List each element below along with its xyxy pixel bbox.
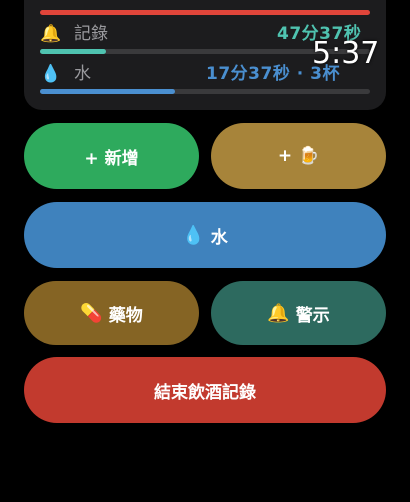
end-drinking-log-button[interactable]: 結束飲酒記錄 — [24, 357, 386, 423]
add-button[interactable]: + 新增 — [24, 123, 199, 189]
water-label: 水 — [74, 64, 91, 84]
add-button-label: + 新增 — [84, 148, 139, 169]
add-beer-button-label: + 🍺 — [277, 146, 320, 166]
log-label: 記錄 — [74, 24, 108, 44]
water-button[interactable]: 💧 水 — [24, 202, 386, 268]
bell-icon: 🔔 — [267, 302, 290, 324]
end-drinking-log-button-label: 結束飲酒記錄 — [154, 382, 256, 403]
water-drop-icon: 💧 — [182, 224, 205, 246]
water-drop-icon: 💧 — [40, 64, 62, 84]
status-time: 5:37 — [312, 36, 380, 71]
pill-icon: 💊 — [80, 302, 103, 324]
add-beer-button[interactable]: + 🍺 — [211, 123, 386, 189]
medicine-button[interactable]: 💊 藥物 — [24, 281, 199, 345]
alert-button[interactable]: 🔔 警示 — [211, 281, 386, 345]
water-button-label: 水 — [210, 227, 228, 248]
top-progress-bar — [40, 10, 370, 15]
water-progress-bar — [40, 89, 370, 94]
bell-icon: 🔔 — [40, 24, 62, 44]
medicine-button-label: 藥物 — [108, 305, 143, 326]
alert-button-label: 警示 — [295, 305, 330, 326]
